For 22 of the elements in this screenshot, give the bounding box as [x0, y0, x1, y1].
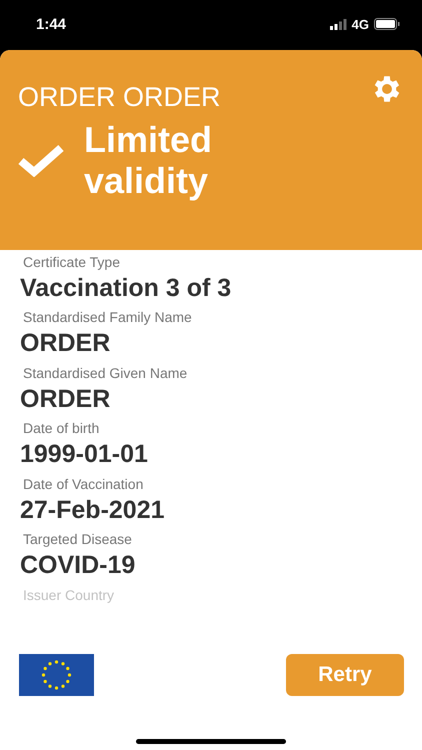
field-value: 1999-01-01	[20, 440, 148, 470]
holder-name: ORDER ORDER	[18, 82, 221, 113]
field-label: Targeted Disease	[22, 531, 132, 548]
field-label: Issuer Country	[22, 586, 114, 603]
eu-flag-icon	[19, 654, 94, 696]
network-type: 4G	[352, 16, 369, 32]
validity-status: Limited validity	[84, 119, 214, 201]
checkmark-icon	[18, 143, 64, 177]
field-label: Date of birth	[22, 420, 100, 436]
battery-icon	[374, 18, 400, 30]
field-label: Date of Vaccination	[22, 476, 144, 492]
field-value: ORDER	[20, 329, 110, 358]
field-value: ORDER	[20, 384, 110, 414]
status-time: 1:44	[36, 16, 66, 32]
field-label: Standardised Family Name	[22, 309, 192, 326]
field-value: COVID-19	[20, 551, 136, 580]
retry-button[interactable]: Retry	[286, 654, 404, 696]
signal-icon	[330, 18, 347, 30]
field-value: Vaccination 3 of 3	[20, 274, 232, 303]
field-label: Standardised Given Name	[22, 364, 188, 381]
field-label: Certificate Type	[22, 254, 120, 270]
field-value: 27-Feb-2021	[20, 496, 165, 525]
